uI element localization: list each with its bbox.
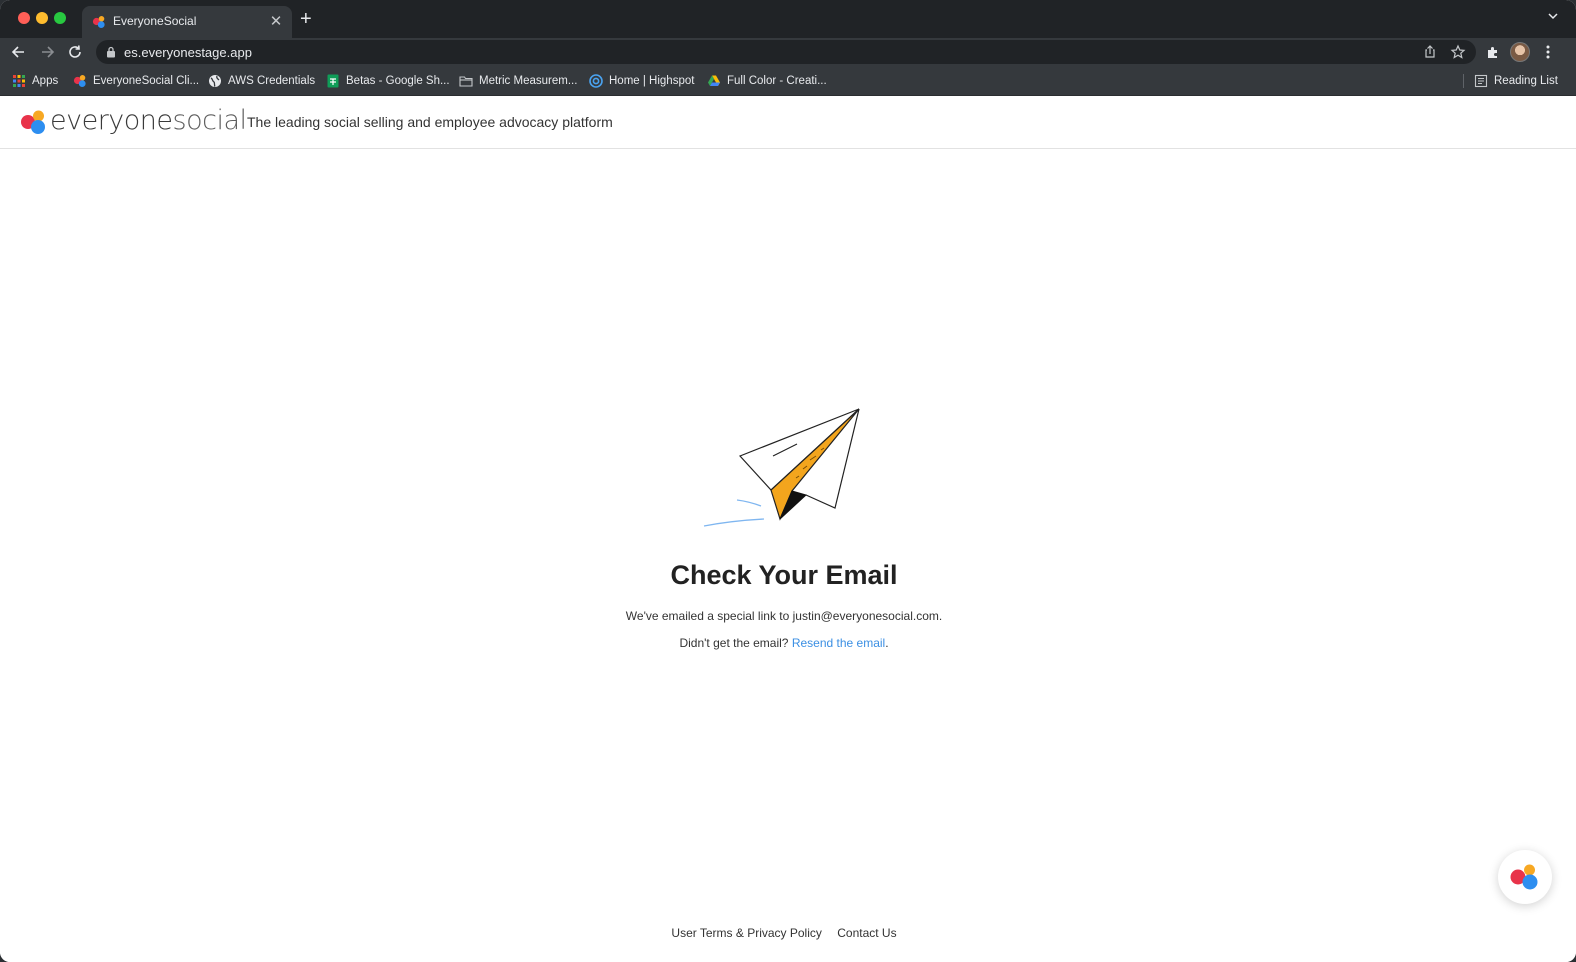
minimize-window-button[interactable] (36, 12, 48, 24)
resend-line: Didn't get the email? Resend the email. (0, 636, 1568, 650)
bookmark-star-icon[interactable] (1450, 44, 1466, 60)
new-tab-button[interactable]: + (300, 8, 312, 30)
maximize-window-button[interactable] (54, 12, 66, 24)
chevron-down-icon[interactable] (1548, 11, 1558, 21)
share-icon[interactable] (1422, 44, 1438, 60)
folder-icon (459, 76, 473, 87)
globe-icon (209, 75, 221, 87)
everyonesocial-chat-icon (1510, 864, 1538, 890)
logo-main-text: everyone (50, 105, 173, 136)
address-bar[interactable]: es.everyonestage.app (96, 40, 1476, 64)
contact-us-link[interactable]: Contact Us (837, 926, 896, 940)
bookmark-apps[interactable]: Apps (12, 73, 58, 89)
bookmark-betas-sheet[interactable]: Betas - Google Sh... (326, 73, 450, 89)
bookmark-label: Betas - Google Sh... (346, 75, 450, 87)
terms-privacy-link[interactable]: User Terms & Privacy Policy (671, 926, 821, 940)
chat-widget-button[interactable] (1498, 850, 1552, 904)
lock-icon (107, 46, 115, 58)
apps-grid-icon (13, 75, 25, 87)
reading-list-label: Reading List (1494, 75, 1558, 87)
close-tab-icon[interactable]: ✕ (268, 12, 284, 30)
tab-strip: EveryoneSocial ✕ + (0, 0, 1576, 38)
everyonesocial-logo-icon (73, 75, 86, 87)
site-footer: User Terms & Privacy Policy Contact Us (0, 926, 1568, 940)
bookmarks-divider (1463, 74, 1464, 88)
site-tagline: The leading social selling and employee … (247, 114, 613, 130)
everyonesocial-logo-icon[interactable] (20, 109, 48, 135)
url-text: es.everyonestage.app (124, 45, 252, 60)
tab-title: EveryoneSocial (113, 14, 197, 28)
bookmark-label: Apps (32, 75, 59, 87)
close-window-button[interactable] (18, 12, 30, 24)
more-menu-icon[interactable] (1544, 43, 1552, 61)
email-sent-message: We've emailed a special link to justin@e… (625, 609, 943, 623)
brand-logo-text[interactable]: everyonesocial (50, 105, 247, 136)
page-content: everyonesocial The leading social sellin… (0, 96, 1576, 962)
back-arrow-icon[interactable] (9, 42, 29, 62)
resend-suffix: . (885, 636, 889, 650)
reading-list-icon (1474, 74, 1488, 88)
site-header: everyonesocial The leading social sellin… (0, 96, 1576, 149)
browser-tab-active[interactable]: EveryoneSocial ✕ (82, 6, 292, 38)
bookmark-full-color[interactable]: Full Color - Creati... (707, 73, 827, 89)
bookmark-metric-folder[interactable]: Metric Measurem... (459, 73, 577, 89)
page-title: Check Your Email (670, 560, 898, 590)
highspot-icon (589, 74, 603, 88)
browser-toolbar: es.everyonestage.app (0, 38, 1576, 66)
profile-avatar[interactable] (1510, 42, 1530, 62)
everyonesocial-logo-icon (92, 16, 105, 28)
forward-arrow-icon[interactable] (37, 42, 57, 62)
resend-email-link[interactable]: Resend the email (792, 636, 885, 650)
reading-list-button[interactable]: Reading List (1474, 73, 1558, 89)
paper-plane-icon (703, 408, 860, 527)
bookmark-label: EveryoneSocial Cli... (93, 75, 200, 87)
bookmark-label: Home | Highspot (609, 75, 695, 87)
resend-prefix: Didn't get the email? (679, 636, 792, 650)
google-drive-icon (708, 75, 720, 86)
logo-light-text: social (172, 105, 247, 136)
google-sheets-icon (327, 74, 339, 88)
bookmark-label: AWS Credentials (228, 75, 316, 87)
bookmark-label: Full Color - Creati... (727, 75, 827, 87)
bookmark-aws-credentials[interactable]: AWS Credentials (208, 73, 315, 89)
bookmark-highspot[interactable]: Home | Highspot (589, 73, 694, 89)
bookmarks-bar: Apps EveryoneSocial Cli... AWS Credentia… (0, 66, 1576, 96)
browser-window: EveryoneSocial ✕ + es.everyonestage.app (0, 0, 1576, 962)
reload-icon[interactable] (65, 42, 85, 62)
bookmark-everyonesocial[interactable]: EveryoneSocial Cli... (73, 73, 199, 89)
bookmark-label: Metric Measurem... (479, 75, 578, 87)
extensions-puzzle-icon[interactable] (1485, 44, 1501, 60)
